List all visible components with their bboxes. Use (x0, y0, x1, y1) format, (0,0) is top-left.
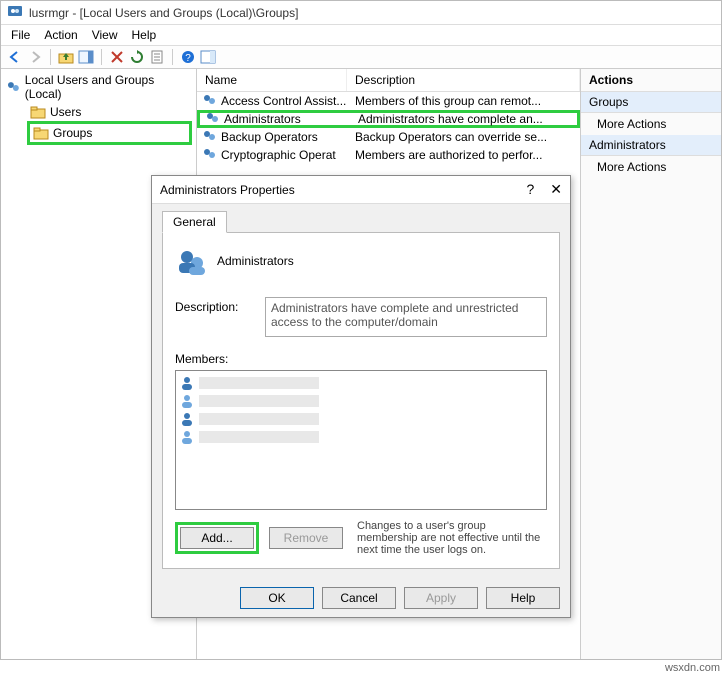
col-header-desc[interactable]: Description (347, 69, 580, 91)
user-icon (179, 411, 195, 427)
dialog-title: Administrators Properties (160, 183, 295, 197)
actions-more-2[interactable]: More Actions (581, 156, 721, 178)
delete-icon[interactable] (109, 49, 125, 65)
export-list-icon[interactable] (149, 49, 165, 65)
col-header-name[interactable]: Name (197, 69, 347, 91)
members-list[interactable] (175, 370, 547, 510)
cancel-button[interactable]: Cancel (322, 587, 396, 609)
properties-dialog: Administrators Properties ? ✕ General Ad… (151, 175, 571, 618)
separator (172, 49, 173, 65)
folder-icon (33, 125, 49, 141)
actions-more-1[interactable]: More Actions (581, 113, 721, 135)
tree-item-groups[interactable]: Groups (27, 121, 192, 145)
tab-panel: Administrators Description: Administrato… (162, 233, 560, 569)
tree-root-label: Local Users and Groups (Local) (25, 73, 192, 101)
row-name: Backup Operators (221, 130, 355, 144)
svg-text:?: ? (185, 53, 191, 64)
row-desc: Backup Operators can override se... (355, 130, 576, 144)
refresh-icon[interactable] (129, 49, 145, 65)
description-input[interactable]: Administrators have complete and unrestr… (265, 297, 547, 337)
dialog-body: General Administrators Description: Admi… (152, 204, 570, 579)
tree-item-users[interactable]: Users (27, 103, 192, 121)
row-desc: Administrators have complete an... (358, 112, 573, 126)
dialog-titlebar: Administrators Properties ? ✕ (152, 176, 570, 204)
group-name: Administrators (217, 254, 294, 268)
user-icon (179, 375, 195, 391)
membership-note: Changes to a user's group membership are… (353, 520, 547, 556)
member-item[interactable] (179, 392, 543, 410)
list-row[interactable]: Cryptographic OperatMembers are authoriz… (197, 146, 580, 164)
member-item[interactable] (179, 428, 543, 446)
toolbar: ? (1, 46, 721, 69)
dialog-help-icon[interactable]: ? (526, 181, 534, 198)
tree-root[interactable]: Local Users and Groups (Local) (5, 73, 192, 101)
actions-context-groups: Groups (581, 92, 721, 113)
window-title: lusrmgr - [Local Users and Groups (Local… (29, 6, 298, 20)
menu-help[interactable]: Help (132, 28, 157, 42)
group-row-icon (201, 92, 217, 111)
mmc-window: lusrmgr - [Local Users and Groups (Local… (0, 0, 722, 660)
list-header: Name Description (197, 69, 580, 92)
dialog-footer: OK Cancel Apply Help (152, 579, 570, 617)
row-name: Cryptographic Operat (221, 148, 355, 162)
menu-action[interactable]: Action (44, 28, 77, 42)
list-row[interactable]: AdministratorsAdministrators have comple… (197, 110, 580, 128)
tab-general[interactable]: General (162, 211, 227, 233)
forward-icon (27, 49, 43, 65)
users-groups-icon (5, 79, 21, 95)
app-icon (7, 3, 23, 22)
group-icon (175, 245, 207, 277)
titlebar: lusrmgr - [Local Users and Groups (Local… (1, 1, 721, 25)
member-item[interactable] (179, 410, 543, 428)
back-icon[interactable] (7, 49, 23, 65)
help-icon[interactable]: ? (180, 49, 196, 65)
dialog-close-icon[interactable]: ✕ (550, 181, 562, 198)
user-icon (179, 429, 195, 445)
separator (50, 49, 51, 65)
actions-pane: Actions Groups More Actions Administrato… (581, 69, 721, 659)
row-name: Administrators (224, 112, 358, 126)
row-desc: Members are authorized to perfor... (355, 148, 576, 162)
add-button-highlight: Add... (175, 522, 259, 554)
list-row[interactable]: Backup OperatorsBackup Operators can ove… (197, 128, 580, 146)
menu-file[interactable]: File (11, 28, 30, 42)
up-folder-icon[interactable] (58, 49, 74, 65)
tab-strip: General (162, 210, 560, 233)
apply-button: Apply (404, 587, 478, 609)
row-desc: Members of this group can remot... (355, 94, 576, 108)
add-button[interactable]: Add... (180, 527, 254, 549)
group-row-icon (201, 146, 217, 165)
group-row-icon (204, 110, 220, 129)
menubar: File Action View Help (1, 25, 721, 46)
separator (101, 49, 102, 65)
description-label: Description: (175, 297, 255, 337)
list-row[interactable]: Access Control Assist...Members of this … (197, 92, 580, 110)
ok-button[interactable]: OK (240, 587, 314, 609)
row-name: Access Control Assist... (221, 94, 355, 108)
help-button[interactable]: Help (486, 587, 560, 609)
mmc-body: Local Users and Groups (Local) Users Gro… (1, 69, 721, 659)
actions-heading: Actions (581, 69, 721, 92)
remove-button: Remove (269, 527, 343, 549)
watermark: wsxdn.com (659, 660, 726, 676)
members-label: Members: (175, 349, 255, 366)
menu-view[interactable]: View (92, 28, 118, 42)
properties-pane-icon[interactable] (78, 49, 94, 65)
tree-item-label: Users (50, 105, 81, 119)
folder-icon (30, 104, 46, 120)
action-pane-toggle-icon[interactable] (200, 49, 216, 65)
member-item[interactable] (179, 374, 543, 392)
user-icon (179, 393, 195, 409)
tree-item-label: Groups (53, 126, 92, 140)
group-row-icon (201, 128, 217, 147)
actions-context-admins: Administrators (581, 135, 721, 156)
